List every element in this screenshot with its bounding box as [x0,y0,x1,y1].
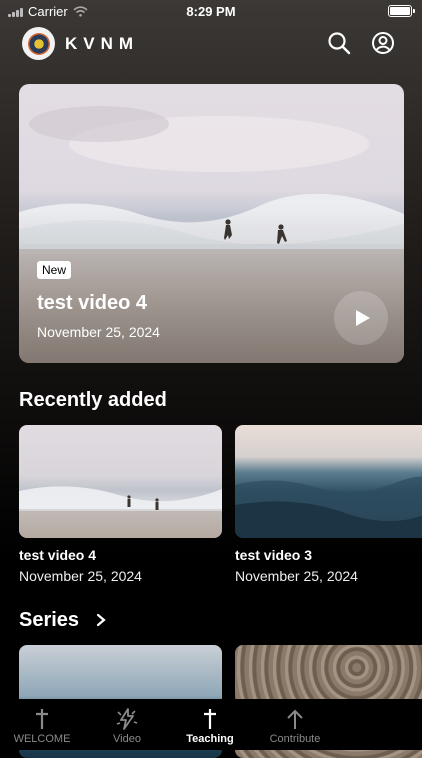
tab-contribute[interactable]: Contribute [245,699,345,750]
arrow-up-icon [287,709,303,729]
recently-added-heading: Recently added [19,389,167,411]
video-card[interactable]: test video 3 November 25, 2024 [235,425,422,584]
video-date: November 25, 2024 [19,568,142,584]
app-logo[interactable] [22,27,55,60]
brand-name: KVNM [65,34,140,53]
cross-icon [36,709,48,729]
video-thumbnail [19,425,222,538]
cross-icon [204,709,216,729]
profile-icon[interactable] [371,31,395,55]
video-title: test video 3 [235,547,313,563]
featured-video-card[interactable]: New test video 4 November 25, 2024 [19,84,404,363]
series-heading[interactable]: Series [19,609,79,632]
video-card[interactable]: test video 4 November 25, 2024 [19,425,222,584]
beach-scene [19,486,222,538]
logo-emblem [27,32,50,55]
play-button[interactable] [334,291,388,345]
video-lightning-icon [116,708,138,730]
video-title: test video 4 [19,547,97,563]
new-badge: New [37,261,72,279]
featured-title: test video 4 [37,292,148,314]
battery-icon [388,5,415,17]
ocean-scene [235,476,422,538]
status-time: 8:29 PM [186,4,236,19]
chevron-right-icon[interactable] [95,613,107,627]
search-icon[interactable] [327,31,351,55]
status-bar: Carrier 8:29 PM [0,0,422,22]
featured-date: November 25, 2024 [37,324,160,340]
tab-bar: WELCOME Video Teaching Contribute [0,699,422,750]
tab-label: Contribute [269,733,321,745]
video-thumbnail [235,425,422,538]
video-date: November 25, 2024 [235,568,358,584]
